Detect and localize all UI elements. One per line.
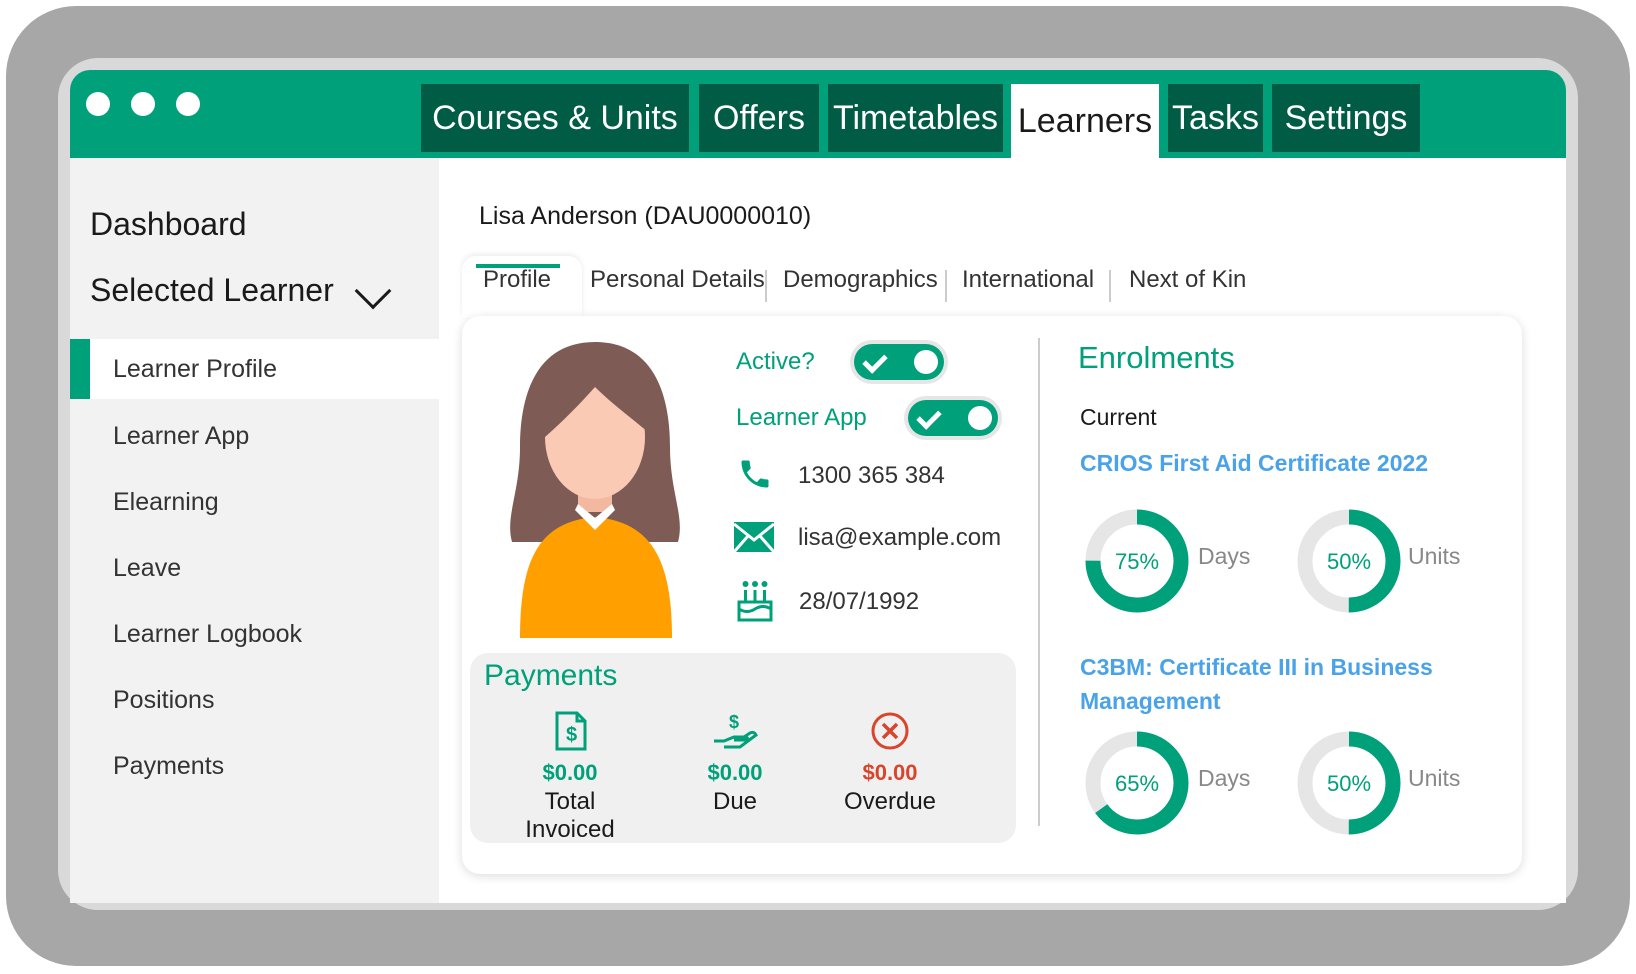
active-toggle[interactable] xyxy=(854,344,944,380)
sidebar-dashboard[interactable]: Dashboard xyxy=(90,206,247,243)
enrolments-title: Enrolments xyxy=(1078,340,1235,375)
sidebar-item-label: Learner App xyxy=(113,421,250,450)
learner-app-label: Learner App xyxy=(736,404,867,431)
phone-icon xyxy=(741,460,769,488)
subtab-profile[interactable]: Profile xyxy=(483,266,551,294)
units-ring-1: 50% xyxy=(1297,509,1401,613)
course-name-2[interactable]: C3BM: Certificate III in Business Manage… xyxy=(1080,650,1460,718)
invoice-icon: $ xyxy=(555,711,587,751)
payment-due[interactable]: $ $0.00 Due xyxy=(680,711,790,816)
payment-overdue[interactable]: $0.00 Overdue xyxy=(830,711,950,816)
chevron-down-icon[interactable] xyxy=(354,272,392,310)
email-icon xyxy=(732,522,776,553)
x-circle-icon xyxy=(871,712,909,750)
avatar xyxy=(510,342,680,638)
sidebar-item-learner-app[interactable]: Learner App xyxy=(70,406,439,466)
tab-offers[interactable]: Offers xyxy=(699,84,819,152)
sidebar-item-label: Learner Logbook xyxy=(113,619,303,648)
course-name-1[interactable]: CRIOS First Aid Certificate 2022 xyxy=(1080,446,1460,480)
window-dot-2 xyxy=(131,92,155,116)
days-ring-1: 75% xyxy=(1085,509,1189,613)
main-content: Lisa Anderson (DAU0000010) Profile Perso… xyxy=(439,158,1566,903)
birthday-cake-icon xyxy=(737,581,773,622)
due-amount: $0.00 xyxy=(707,760,763,785)
subtab-separator xyxy=(945,270,947,302)
payment-total-invoiced[interactable]: $ $0.00 Total Invoiced xyxy=(500,711,640,844)
days-label-2: Days xyxy=(1198,765,1251,791)
sidebar-selected-learner[interactable]: Selected Learner xyxy=(90,272,334,309)
sidebar-item-label: Payments xyxy=(113,751,225,780)
subtab-separator xyxy=(1109,270,1111,302)
hand-dollar-icon: $ xyxy=(714,712,758,749)
days-ring-2: 65% xyxy=(1085,731,1189,835)
sidebar-item-learner-logbook[interactable]: Learner Logbook xyxy=(70,604,439,664)
subtab-separator xyxy=(765,270,767,302)
tab-learners[interactable]: Learners xyxy=(1011,84,1159,158)
phone-number: 1300 365 384 xyxy=(798,462,945,489)
card-divider xyxy=(1038,338,1040,826)
sidebar-item-leave[interactable]: Leave xyxy=(70,538,439,598)
sidebar-item-label: Elearning xyxy=(113,487,219,516)
enrolments-current-label: Current xyxy=(1080,404,1157,430)
top-nav-bar: Courses & Units Offers Timetables Learne… xyxy=(70,70,1566,158)
subtab-personal-details[interactable]: Personal Details xyxy=(590,266,765,294)
sidebar-item-label: Leave xyxy=(113,553,182,582)
sidebar-item-label: Positions xyxy=(113,685,215,714)
sidebar-item-elearning[interactable]: Elearning xyxy=(70,472,439,532)
svg-text:$: $ xyxy=(566,724,577,746)
profile-card: Active? Learner App 1300 365 384 lisa@ex… xyxy=(462,316,1522,874)
overdue-label: Overdue xyxy=(843,788,937,815)
window-dot-3 xyxy=(176,92,200,116)
units-ring-1-value: 50% xyxy=(1327,549,1371,574)
subtab-demographics[interactable]: Demographics xyxy=(783,266,938,294)
active-label: Active? xyxy=(736,348,815,375)
payments-title: Payments xyxy=(484,659,618,692)
tab-timetables[interactable]: Timetables xyxy=(828,84,1003,152)
subtab-international[interactable]: International xyxy=(962,266,1094,294)
overdue-amount: $0.00 xyxy=(862,760,918,785)
page-title: Lisa Anderson (DAU0000010) xyxy=(479,202,812,230)
email-address: lisa@example.com xyxy=(798,524,1002,551)
due-label: Due xyxy=(712,788,758,815)
sidebar-item-learner-profile[interactable]: Learner Profile xyxy=(70,339,439,399)
sidebar-item-label: Learner Profile xyxy=(113,354,277,383)
units-ring-2-value: 50% xyxy=(1327,771,1371,796)
sidebar-item-payments[interactable]: Payments xyxy=(70,736,439,796)
payments-panel: Payments $ $0.00 Total Invoiced $ $0.00 … xyxy=(470,653,1016,843)
app-window: Courses & Units Offers Timetables Learne… xyxy=(70,70,1566,903)
total-invoiced-label: Total Invoiced xyxy=(525,788,615,843)
tab-courses-units[interactable]: Courses & Units xyxy=(421,84,689,152)
sidebar-item-positions[interactable]: Positions xyxy=(70,670,439,730)
tab-tasks[interactable]: Tasks xyxy=(1168,84,1263,152)
units-ring-2: 50% xyxy=(1297,731,1401,835)
units-label-2: Units xyxy=(1408,765,1461,791)
subtab-next-of-kin[interactable]: Next of Kin xyxy=(1129,266,1246,294)
days-ring-1-value: 75% xyxy=(1115,549,1159,574)
sidebar: Dashboard Selected Learner Learner Profi… xyxy=(70,158,439,903)
date-of-birth: 28/07/1992 xyxy=(799,588,920,615)
learner-app-toggle[interactable] xyxy=(908,400,998,436)
svg-text:$: $ xyxy=(729,712,739,732)
total-invoiced-amount: $0.00 xyxy=(542,760,598,785)
window-dot-1 xyxy=(86,92,110,116)
days-ring-2-value: 65% xyxy=(1115,771,1159,796)
tab-settings[interactable]: Settings xyxy=(1272,84,1420,152)
units-label-1: Units xyxy=(1408,543,1461,569)
days-label-1: Days xyxy=(1198,543,1251,569)
